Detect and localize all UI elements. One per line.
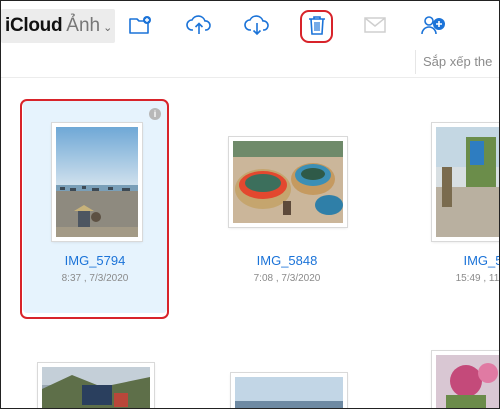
photo-name[interactable]: IMG_5794 bbox=[23, 253, 167, 268]
chevron-down-icon: ⌄ bbox=[103, 21, 113, 34]
new-album-icon[interactable] bbox=[127, 13, 153, 37]
photo-thumbnail[interactable] bbox=[432, 351, 499, 408]
download-icon[interactable] bbox=[244, 13, 270, 37]
share-people-icon[interactable] bbox=[421, 13, 447, 37]
photo-name[interactable]: IMG_5848 bbox=[215, 253, 359, 268]
icloud-photos-window: iCloud Ảnh ⌄ Sắp xếp the i IMG_5794 8:37… bbox=[0, 0, 500, 409]
photo-thumbnail[interactable] bbox=[52, 123, 142, 241]
photo-date: 8:37 , 7/3/2020 bbox=[61, 273, 129, 284]
trash-icon[interactable] bbox=[304, 13, 330, 37]
photo-date: 7:08 , 7/3/2020 bbox=[253, 273, 321, 284]
photo-date: 15:49 , 11/3/ bbox=[455, 273, 500, 284]
toolbar: iCloud Ảnh ⌄ bbox=[1, 1, 499, 48]
upload-icon[interactable] bbox=[186, 13, 212, 37]
app-title-dropdown[interactable]: iCloud Ảnh ⌄ bbox=[1, 9, 115, 43]
sub-toolbar: Sắp xếp the bbox=[1, 47, 499, 78]
sort-dropdown[interactable]: Sắp xếp the bbox=[415, 50, 499, 74]
photo-thumbnail[interactable] bbox=[38, 363, 154, 408]
photo-thumbnail[interactable] bbox=[231, 373, 347, 408]
app-title: iCloud bbox=[5, 15, 63, 36]
photo-thumbnail[interactable] bbox=[229, 137, 347, 227]
photo-thumbnail[interactable] bbox=[432, 123, 499, 241]
info-icon[interactable]: i bbox=[149, 108, 161, 120]
section-title: Ảnh bbox=[66, 15, 101, 36]
search-input[interactable] bbox=[9, 53, 119, 71]
photo-name[interactable]: IMG_5 bbox=[411, 253, 499, 268]
mail-icon[interactable] bbox=[362, 13, 388, 37]
